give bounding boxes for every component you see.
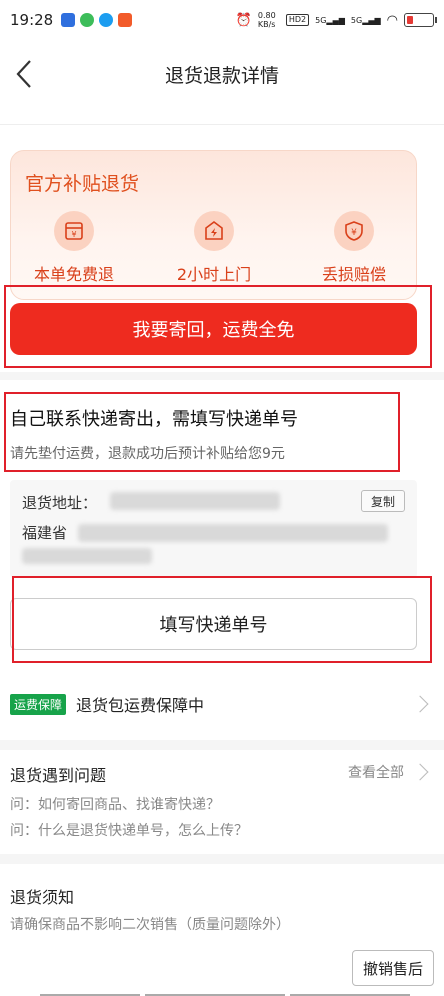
chevron-right-icon	[411, 763, 429, 781]
wechat-icon	[80, 13, 95, 27]
highlight-frame	[4, 285, 432, 368]
qq-icon	[99, 13, 114, 27]
svg-text:¥: ¥	[351, 228, 357, 238]
return-address-box: 退货地址： 复制 福建省	[10, 480, 417, 578]
page-title: 退货退款详情	[164, 64, 279, 87]
wifi-icon: ◠	[386, 12, 398, 28]
benefit-free-return: ¥ 本单免费退	[14, 211, 134, 285]
title-bar: 退货退款详情	[0, 40, 444, 108]
benefit-label: 2小时上门	[176, 265, 252, 284]
chevron-right-icon	[411, 695, 429, 713]
status-indicators: ⏰ 0.80 KB/s HD2 5G▂▄▆ 5G▂▄▆ ◠	[235, 11, 437, 29]
receipt-yen-icon: ¥	[54, 211, 94, 251]
view-all-link[interactable]: 查看全部	[348, 762, 404, 782]
benefit-label: 丢损赔偿	[321, 265, 386, 284]
subsidy-title: 官方补贴退货	[25, 173, 140, 195]
problems-title: 退货遇到问题	[10, 766, 107, 785]
status-bar: 19:28 ⏰ 0.80 KB/s HD2 5G▂▄▆ 5G▂▄▆ ◠	[0, 0, 444, 40]
battery-icon	[404, 13, 437, 27]
section-separator	[0, 854, 444, 864]
notice-text: 请确保商品不影响二次销售（质量问题除外）	[10, 917, 290, 933]
faq-item[interactable]: 问：如何寄回商品、找谁寄快递？	[10, 794, 220, 814]
redacted-address-line2	[22, 548, 152, 564]
lightning-house-icon	[194, 211, 234, 251]
back-arrow-icon	[16, 60, 31, 88]
redacted-name	[110, 492, 280, 510]
guarantee-text: 退货包运费保障中	[76, 696, 205, 715]
shipping-guarantee-row[interactable]: 运费保障 退货包运费保障中	[0, 684, 444, 724]
status-time: 19:28	[10, 11, 54, 29]
cancel-after-sale-button[interactable]: 撤销售后	[352, 950, 434, 986]
alarm-icon: ⏰	[235, 12, 252, 28]
signal-icon-1: 5G▂▄▆	[315, 15, 345, 25]
benefit-pickup: 2小时上门	[154, 211, 274, 285]
shield-yen-icon: ¥	[334, 211, 374, 251]
hd-icon: HD2	[285, 14, 310, 26]
subsidy-card: 官方补贴退货 ¥ 本单免费退 2小时上门 ¥ 丢损赔偿	[10, 150, 417, 300]
guarantee-badge: 运费保障	[10, 693, 67, 715]
redacted-address	[78, 524, 388, 542]
faq-item[interactable]: 问：什么是退货快递单号，怎么上传？	[10, 820, 248, 840]
app-notification-icon	[61, 13, 76, 27]
address-label: 退货地址：	[22, 494, 98, 512]
benefit-label: 本单免费退	[33, 265, 114, 284]
address-province: 福建省	[22, 524, 68, 542]
highlight-frame	[4, 392, 400, 472]
section-separator	[0, 372, 444, 380]
benefit-compensation: ¥ 丢损赔偿	[294, 211, 414, 285]
section-separator	[0, 740, 444, 750]
notice-title: 退货须知	[10, 888, 75, 907]
taobao-icon	[118, 13, 133, 27]
net-speed: 0.80 KB/s	[257, 11, 276, 29]
back-button[interactable]	[6, 54, 42, 94]
svg-text:¥: ¥	[71, 230, 76, 239]
signal-icon-2: 5G▂▄▆	[350, 15, 381, 25]
divider	[0, 124, 444, 125]
highlight-frame	[12, 576, 432, 663]
copy-address-button[interactable]: 复制	[361, 490, 405, 512]
